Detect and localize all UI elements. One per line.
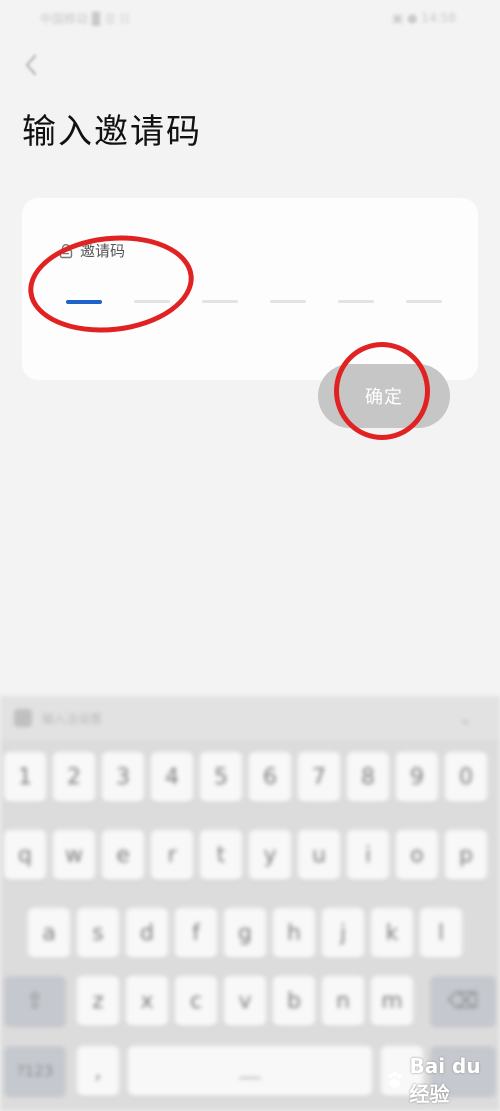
keyboard-toolbar-text: 输入法设置 <box>42 711 103 726</box>
key-b[interactable]: b <box>273 976 315 1026</box>
status-bar-left: 中国移动 ▉ ☰ ☷ <box>40 10 130 27</box>
key-l[interactable]: l <box>420 908 462 958</box>
key-6[interactable]: 6 <box>249 752 291 802</box>
key-1[interactable]: 1 <box>4 752 46 802</box>
key-h[interactable]: h <box>273 908 315 958</box>
key-0[interactable]: 0 <box>445 752 487 802</box>
key-symbols[interactable]: ?123 <box>4 1046 66 1096</box>
code-slot-4[interactable] <box>270 300 306 303</box>
pen-icon[interactable] <box>14 709 32 727</box>
carrier-text: 中国移动 ▉ ☰ ☷ <box>40 11 131 26</box>
key-y[interactable]: y <box>249 830 291 880</box>
watermark: Bai du 经验 <box>384 1054 500 1107</box>
key-2[interactable]: 2 <box>53 752 95 802</box>
status-bar-right: ▣ ● 14:58 <box>392 11 456 25</box>
key-4[interactable]: 4 <box>151 752 193 802</box>
key-x[interactable]: x <box>126 976 168 1026</box>
key-backspace[interactable]: ⌫ <box>430 976 496 1026</box>
key-comma[interactable]: , <box>77 1046 119 1096</box>
key-s[interactable]: s <box>77 908 119 958</box>
key-f[interactable]: f <box>175 908 217 958</box>
status-time: ▣ ● 14:58 <box>391 11 456 25</box>
key-7[interactable]: 7 <box>298 752 340 802</box>
key-p[interactable]: p <box>445 830 487 880</box>
key-8[interactable]: 8 <box>347 752 389 802</box>
key-q[interactable]: q <box>4 830 46 880</box>
page-title: 输入邀请码 <box>22 112 202 152</box>
back-arrow-icon <box>25 54 37 76</box>
key-3[interactable]: 3 <box>102 752 144 802</box>
key-i[interactable]: i <box>347 830 389 880</box>
paw-logo-icon <box>387 1071 402 1088</box>
key-a[interactable]: a <box>28 908 70 958</box>
code-slot-3[interactable] <box>202 300 238 303</box>
keyboard-toolbar: 输入法设置 ⌄ <box>0 696 500 740</box>
key-u[interactable]: u <box>298 830 340 880</box>
key-r[interactable]: r <box>151 830 193 880</box>
key-e[interactable]: e <box>102 830 144 880</box>
annotation-circle-confirm <box>334 342 430 440</box>
back-button[interactable] <box>18 50 44 80</box>
key-t[interactable]: t <box>200 830 242 880</box>
code-slot-6[interactable] <box>406 300 442 303</box>
key-9[interactable]: 9 <box>396 752 438 802</box>
key-v[interactable]: v <box>224 976 266 1026</box>
key-shift[interactable]: ⇧ <box>4 976 66 1026</box>
key-d[interactable]: d <box>126 908 168 958</box>
key-g[interactable]: g <box>224 908 266 958</box>
key-j[interactable]: j <box>322 908 364 958</box>
key-c[interactable]: c <box>175 976 217 1026</box>
key-m[interactable]: m <box>371 976 413 1026</box>
key-n[interactable]: n <box>322 976 364 1026</box>
key-w[interactable]: w <box>53 830 95 880</box>
key-5[interactable]: 5 <box>200 752 242 802</box>
key-z[interactable]: z <box>77 976 119 1026</box>
keyboard-collapse-icon[interactable]: ⌄ <box>459 709 472 728</box>
key-space[interactable]: ___ <box>128 1046 372 1096</box>
key-o[interactable]: o <box>396 830 438 880</box>
watermark-text: Bai du 经验 <box>409 1054 481 1106</box>
code-slot-5[interactable] <box>338 300 374 303</box>
soft-keyboard: 输入法设置 ⌄ 1 2 3 4 5 6 7 8 9 0 q w e r t y … <box>0 696 500 1111</box>
key-k[interactable]: k <box>371 908 413 958</box>
status-bar: 中国移动 ▉ ☰ ☷ ▣ ● 14:58 <box>0 0 500 36</box>
